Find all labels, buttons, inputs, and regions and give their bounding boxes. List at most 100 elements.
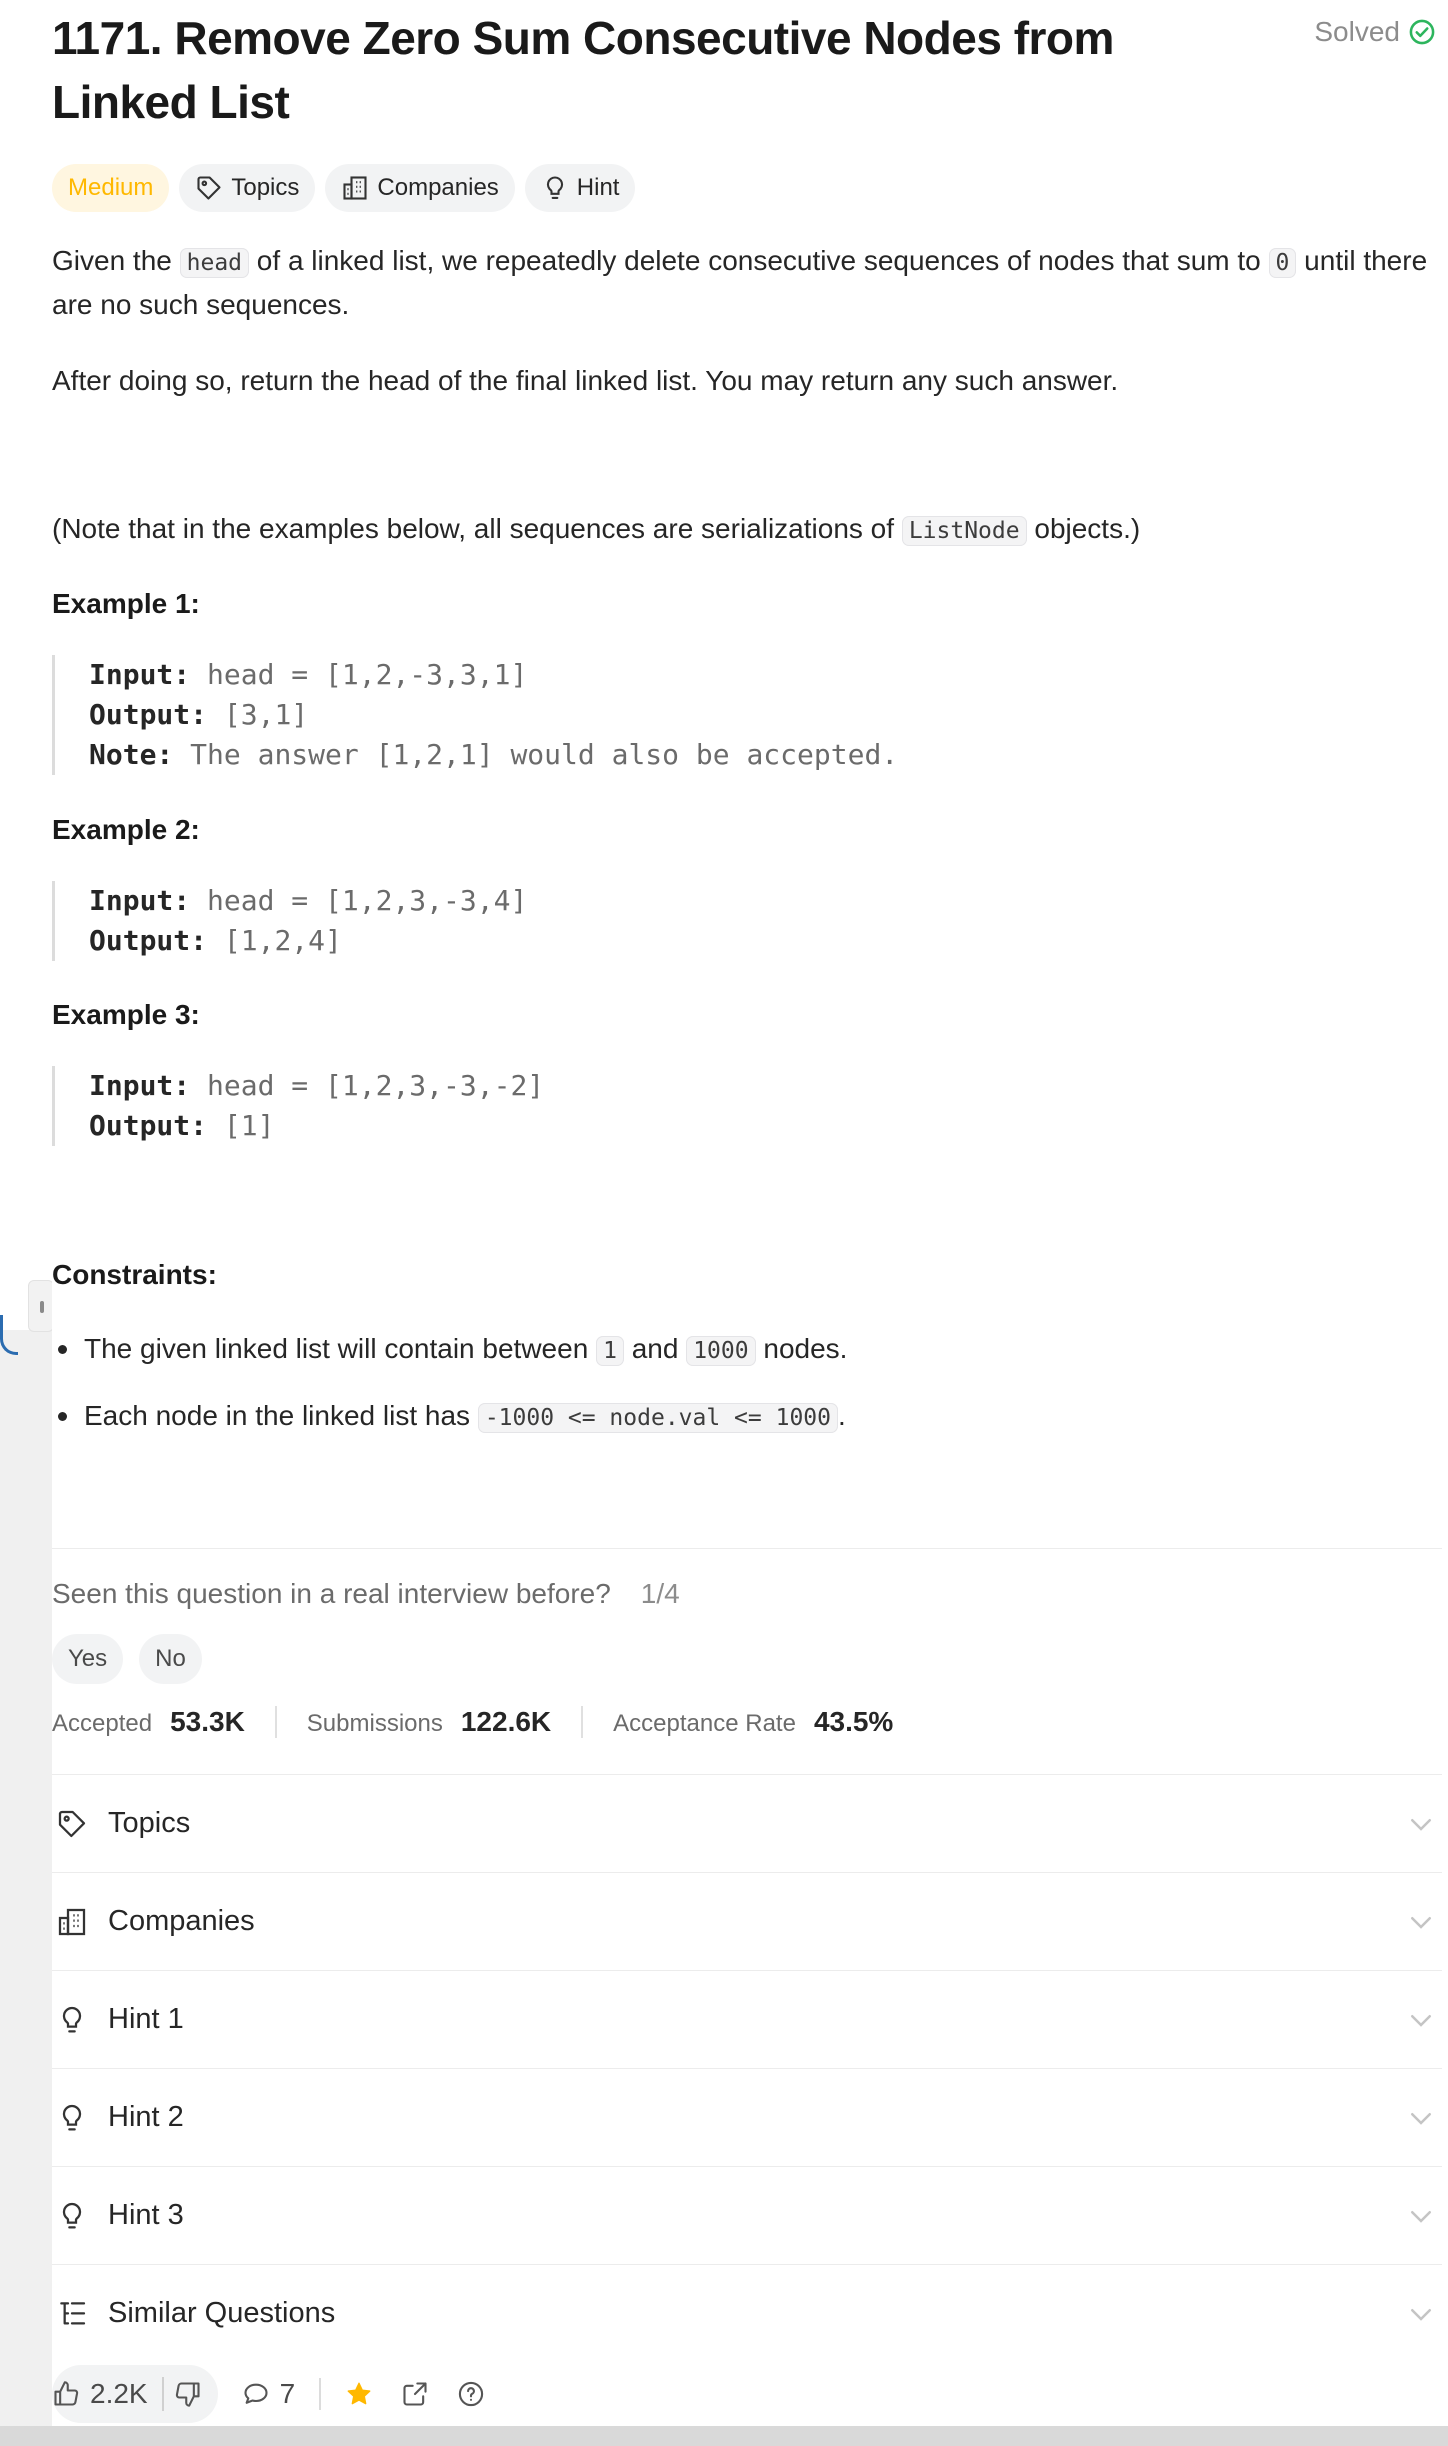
- help-circle-icon: [459, 2381, 484, 2407]
- inline-code: 1: [596, 1336, 624, 1366]
- accordion-label: Companies: [108, 1905, 255, 1937]
- solved-status: Solved: [1314, 16, 1436, 48]
- thumbs-up-icon: [54, 2381, 79, 2406]
- accordion-hint-3[interactable]: Hint 3: [52, 2166, 1442, 2264]
- accordion-hint-1[interactable]: Hint 1: [52, 1970, 1442, 2068]
- accordion-similar-questions[interactable]: Similar Questions: [52, 2264, 1442, 2362]
- label: Input:: [89, 1069, 191, 1102]
- difficulty-badge: Medium: [52, 164, 170, 212]
- chevron-down-icon: [1411, 1917, 1431, 1929]
- text: Given the: [52, 245, 180, 276]
- panel-resize-handle[interactable]: [28, 1280, 54, 1332]
- value: The answer [1,2,1] would also be accepte…: [173, 738, 899, 771]
- value: head = [1,2,3,-3,-2]: [190, 1069, 545, 1102]
- hint-chip[interactable]: Hint: [524, 164, 636, 212]
- label: Output:: [89, 924, 208, 957]
- text: and: [623, 1333, 687, 1364]
- problem-title[interactable]: 1171. Remove Zero Sum Consecutive Nodes …: [52, 6, 1212, 134]
- tag-icon: [58, 1810, 86, 1837]
- inline-code: 0: [1268, 248, 1297, 278]
- external-link-icon: [403, 2382, 427, 2406]
- chevron-down-icon: [1411, 2015, 1431, 2027]
- accordion-companies[interactable]: Companies: [52, 1872, 1442, 1970]
- inline-code: 1000: [686, 1336, 756, 1366]
- accepted-value: 53.3K: [170, 1706, 245, 1737]
- help-button[interactable]: [443, 2380, 499, 2408]
- accordion-label: Hint 1: [108, 2003, 184, 2035]
- comment-count: 7: [279, 2378, 296, 2409]
- description-note: (Note that in the examples below, all se…: [52, 508, 1432, 552]
- toolbar-divider: [319, 2378, 322, 2410]
- interview-question-text: Seen this question in a real interview b…: [52, 1578, 611, 1609]
- acceptance-rate-value: 43.5%: [813, 1706, 894, 1737]
- lightbulb-icon: [546, 176, 563, 199]
- comments-button[interactable]: 7: [228, 2378, 310, 2410]
- like-count: 2.2K: [90, 2378, 148, 2409]
- interview-question: Seen this question in a real interview b…: [52, 1578, 680, 1610]
- constraint-item: Each node in the linked list has -1000 <…: [52, 1395, 847, 1439]
- submissions-value: 122.6K: [460, 1706, 552, 1737]
- accordion-hint-2[interactable]: Hint 2: [52, 2068, 1442, 2166]
- text: nodes.: [755, 1333, 848, 1364]
- topics-chip-label: Topics: [231, 174, 300, 201]
- value: [1,2,4]: [207, 924, 342, 957]
- favorite-button[interactable]: [331, 2380, 387, 2408]
- accordion-label: Topics: [108, 1807, 191, 1839]
- problem-description-panel: 1171. Remove Zero Sum Consecutive Nodes …: [52, 0, 1442, 2426]
- text: objects.): [1026, 513, 1141, 544]
- value: [1]: [207, 1109, 275, 1142]
- text: Each node in the linked list has: [84, 1400, 478, 1431]
- like-button[interactable]: 2.2K: [52, 2378, 162, 2410]
- text: The given linked list will contain betwe…: [84, 1333, 597, 1364]
- example-3-block: Input: head = [1,2,3,-3,-2] Output: [1]: [52, 1066, 544, 1146]
- example-2-heading: Example 2:: [52, 814, 200, 845]
- submissions-stat: Submissions 122.6K: [274, 1706, 581, 1738]
- companies-chip[interactable]: Companies: [325, 164, 515, 212]
- text: .: [838, 1400, 846, 1431]
- dislike-button[interactable]: [164, 2380, 212, 2408]
- share-button[interactable]: [387, 2380, 443, 2408]
- example-1-heading: Example 1:: [52, 588, 200, 619]
- lightbulb-icon: [62, 2104, 82, 2130]
- label: Note:: [89, 738, 174, 771]
- window-backdrop: [0, 1330, 52, 2446]
- accordion-label: Similar Questions: [108, 2297, 336, 2329]
- chevron-down-icon: [1411, 2309, 1431, 2321]
- constraints-heading: Constraints:: [52, 1259, 217, 1290]
- building-icon: [343, 176, 367, 200]
- accordion-label: Hint 3: [108, 2199, 184, 2231]
- comment-icon: [244, 2383, 268, 2404]
- no-button[interactable]: No: [139, 1634, 202, 1684]
- lightbulb-icon: [62, 2006, 82, 2032]
- lightbulb-icon: [62, 2202, 82, 2228]
- companies-chip-label: Companies: [377, 174, 499, 201]
- topics-chip[interactable]: Topics: [179, 164, 316, 212]
- chevron-down-icon: [1411, 1819, 1431, 1831]
- tag-icon: [197, 176, 221, 200]
- inline-code: head: [179, 248, 250, 278]
- building-icon: [58, 1908, 86, 1935]
- description-paragraph-1: Given the head of a linked list, we repe…: [52, 240, 1432, 326]
- text: (Note that in the examples below, all se…: [52, 513, 902, 544]
- value: head = [1,2,3,-3,4]: [190, 884, 528, 917]
- label: Input:: [89, 658, 191, 691]
- example-2-block: Input: head = [1,2,3,-3,4] Output: [1,2,…: [52, 881, 527, 961]
- thumbs-down-icon: [175, 2382, 200, 2407]
- accepted-stat: Accepted 53.3K: [52, 1706, 275, 1738]
- interview-counter: 1/4: [640, 1578, 680, 1609]
- problem-tags-row: Medium Topics Companies Hint: [52, 164, 636, 212]
- accordion-topics[interactable]: Topics: [52, 1774, 1442, 1872]
- bottom-toolbar: 2.2K 7: [52, 2362, 1442, 2426]
- solved-label: Solved: [1314, 16, 1400, 47]
- chevron-down-icon: [1411, 2113, 1431, 2125]
- accepted-label: Accepted: [52, 1710, 153, 1737]
- yes-button[interactable]: Yes: [52, 1634, 124, 1684]
- value: [3,1]: [207, 698, 309, 731]
- vote-group: 2.2K: [52, 2365, 218, 2423]
- bottom-scroll-edge: [0, 2426, 1448, 2446]
- star-icon: [347, 2382, 371, 2405]
- constraints-list: The given linked list will contain betwe…: [52, 1328, 847, 1462]
- list-tree-icon: [60, 2301, 86, 2324]
- panel-edge-accent: [0, 1315, 18, 1355]
- acceptance-rate-stat: Acceptance Rate 43.5%: [581, 1706, 923, 1738]
